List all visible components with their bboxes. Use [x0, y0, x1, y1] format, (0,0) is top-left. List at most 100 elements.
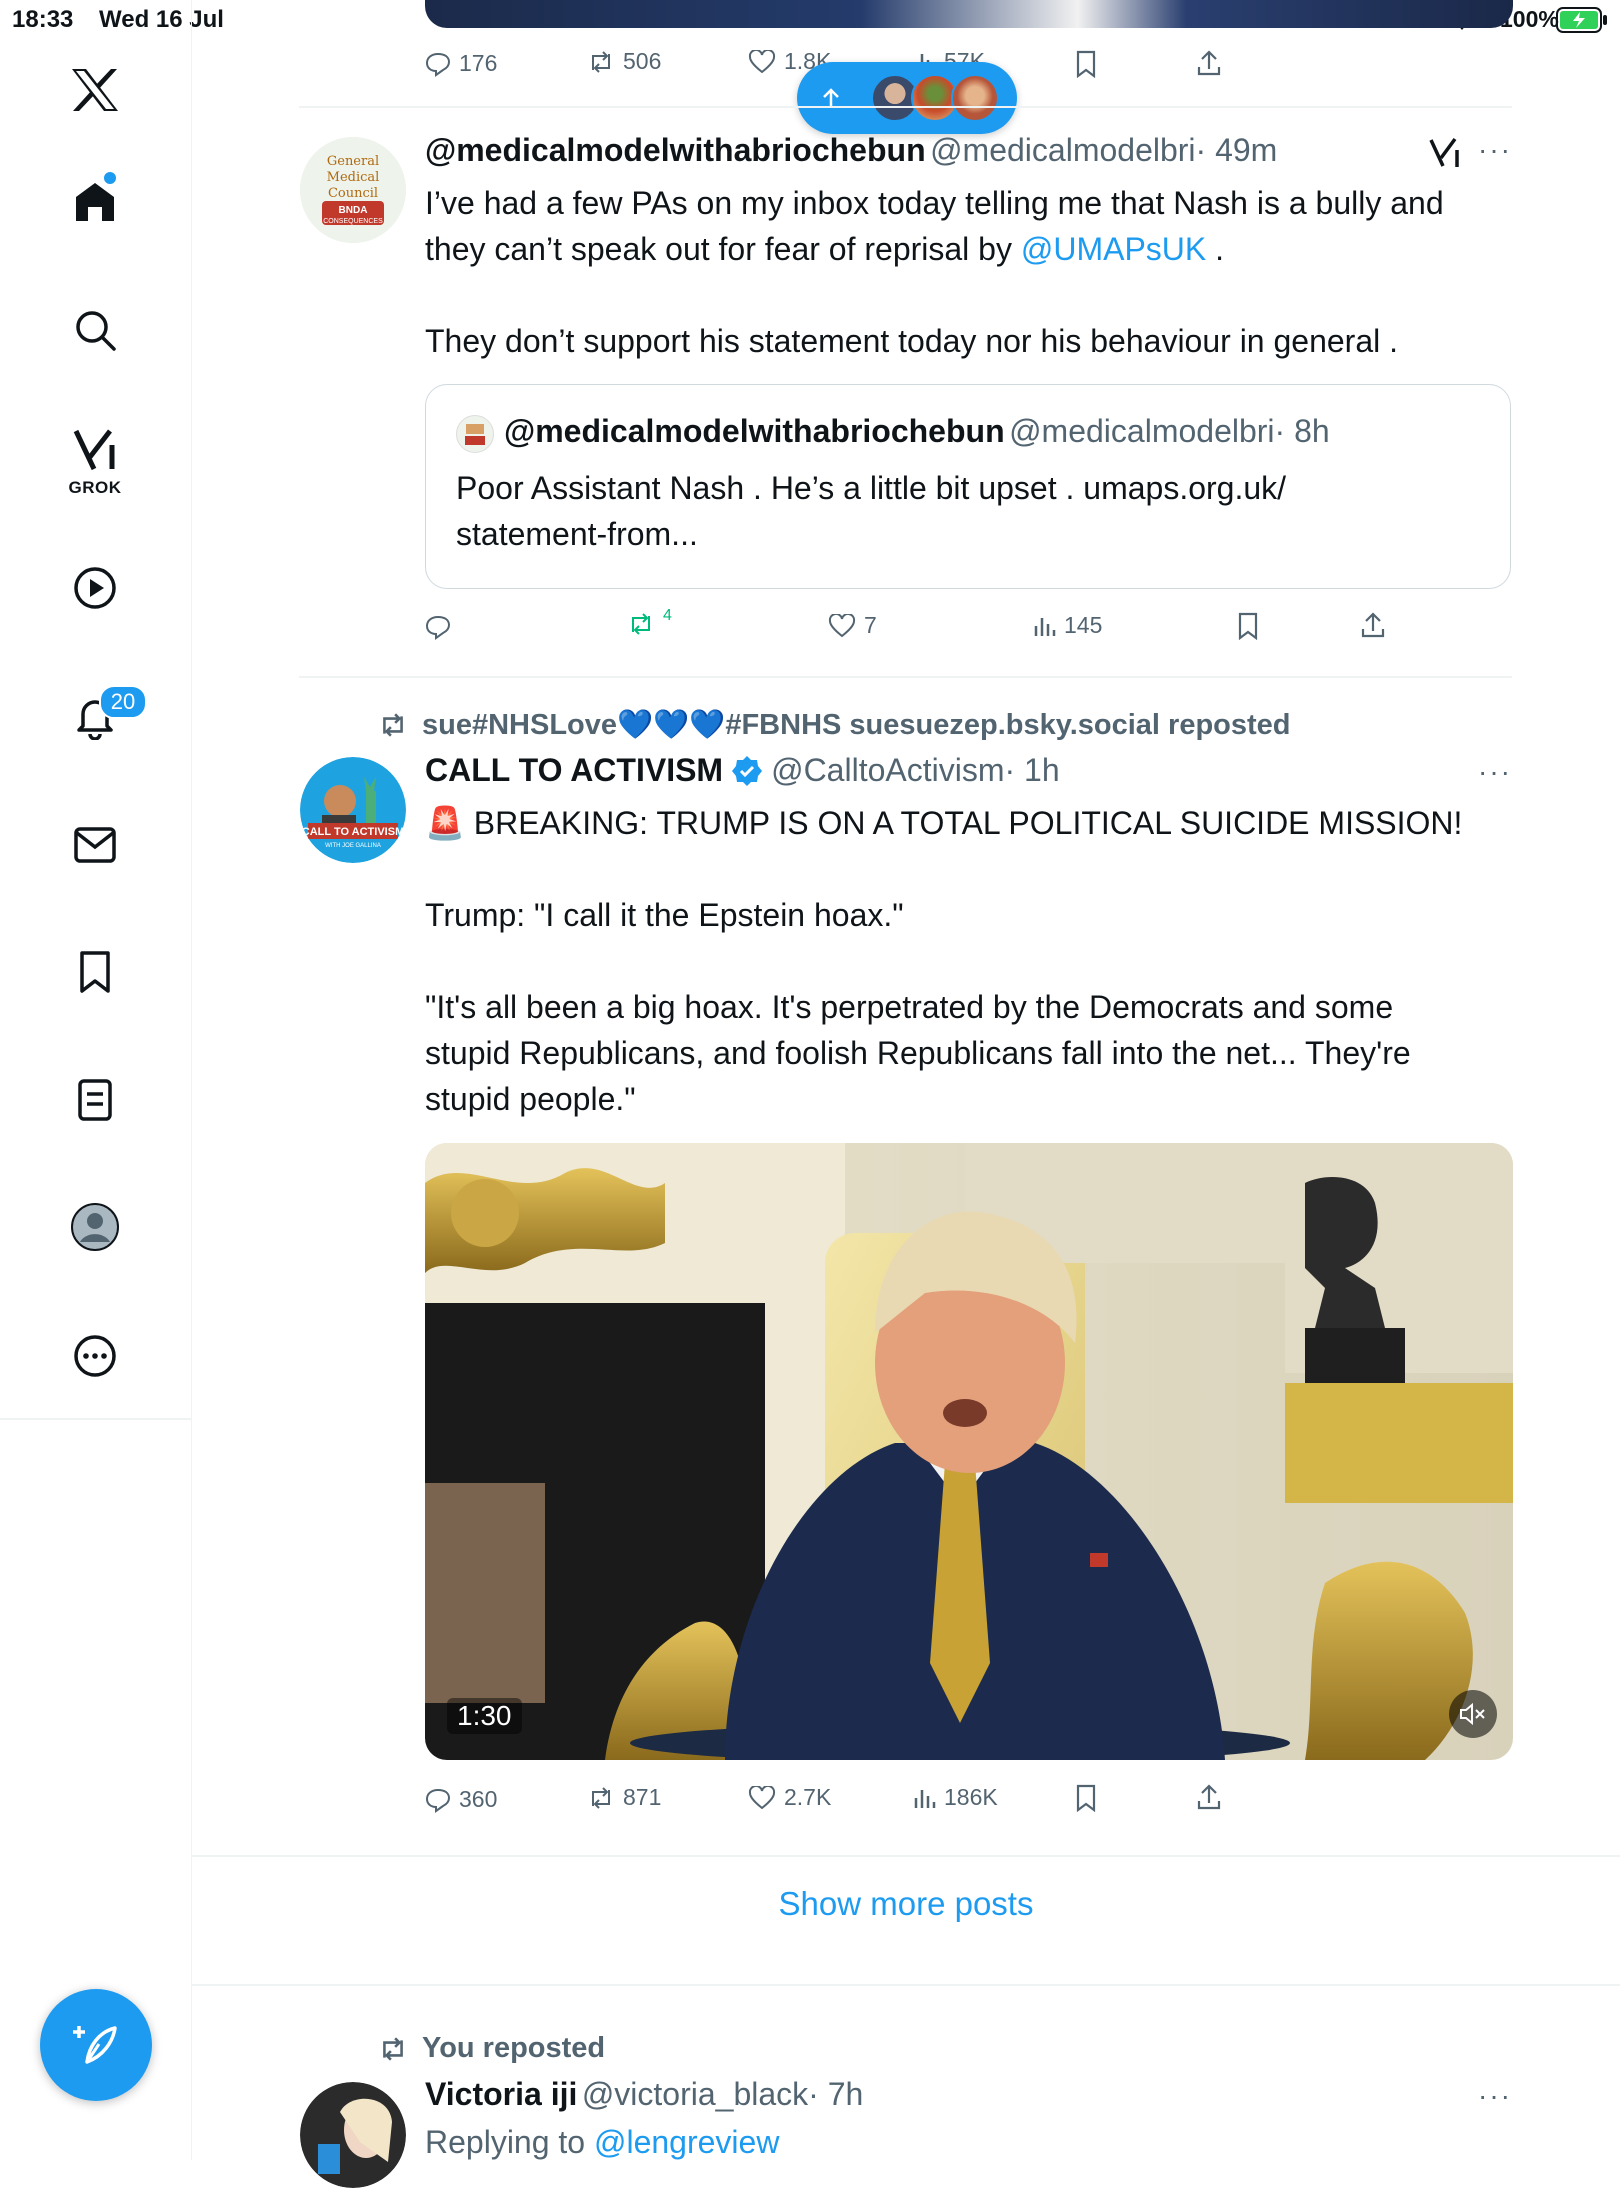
avatar[interactable] [300, 2082, 406, 2188]
like-button[interactable]: 7 [828, 612, 877, 639]
handle[interactable]: @CalltoActivism· 1h [771, 752, 1060, 789]
share-button[interactable] [1360, 611, 1386, 639]
post-text-line: Trump: "I call it the Epstein hoax." [425, 897, 904, 933]
post-text-line: "It's all been a big hoax. It's perpetra… [425, 989, 1394, 1025]
post-video[interactable]: 1:30 [425, 1143, 1513, 1760]
repost-icon [592, 50, 610, 73]
repost-context[interactable]: You reposted [378, 2032, 605, 2065]
post-time[interactable]: · 7h [808, 2076, 863, 2112]
x-logo-icon[interactable] [55, 50, 135, 130]
replying-to: Replying to @lengreview [425, 2124, 779, 2161]
more-options-icon[interactable]: ··· [1478, 756, 1512, 788]
video-duration: 1:30 [447, 1698, 522, 1734]
quote-avatar [456, 415, 494, 453]
avatar[interactable]: CALL TO ACTIVISM WITH JOE GALLINA [300, 757, 406, 863]
bookmark-post-button[interactable] [1236, 612, 1260, 640]
reply-button[interactable]: 176 [425, 50, 497, 77]
quote-time: · 8h [1274, 413, 1330, 449]
svg-text:General: General [327, 154, 379, 169]
repost-context[interactable]: sue#NHSLove💙💙💙#FBNHS suesuezep.bsky.soci… [378, 708, 1291, 742]
handle[interactable]: @victoria_black [582, 2076, 808, 2112]
repost-count: 4 [663, 607, 672, 624]
handle[interactable]: @medicalmodelbri [930, 132, 1195, 168]
reply-button[interactable] [425, 614, 459, 640]
views-icon [914, 1789, 936, 1808]
previous-post-media[interactable] [425, 0, 1513, 28]
more-options-icon[interactable]: ··· [1478, 134, 1512, 166]
bookmark-icon [1238, 612, 1258, 640]
bookmark-post-button[interactable] [1074, 50, 1098, 78]
home-icon[interactable] [55, 162, 135, 242]
reposted-by-text: You reposted [422, 2032, 606, 2064]
new-posts-pill[interactable] [797, 62, 1017, 134]
views-button[interactable]: 145 [1032, 612, 1102, 639]
display-name[interactable]: @medicalmodelwithabriochebun [425, 132, 926, 168]
quote-text: Poor Assistant Nash . He’s a little bit … [456, 465, 1476, 557]
heart-icon [828, 613, 856, 637]
search-icon[interactable] [55, 290, 135, 370]
quoted-post[interactable]: @medicalmodelwithabriochebun @medicalmod… [425, 384, 1511, 589]
svg-text:Council: Council [328, 186, 378, 201]
post-text-line: they can’t speak out for fear of reprisa… [425, 226, 1515, 272]
mute-button[interactable] [1449, 1690, 1497, 1738]
grok-label: GROK [68, 478, 122, 497]
bookmark-icon [1076, 1784, 1096, 1812]
svg-text:WITH JOE GALLINA: WITH JOE GALLINA [325, 843, 381, 849]
svg-text:Medical: Medical [327, 170, 380, 185]
svg-text:CALL TO ACTIVISM: CALL TO ACTIVISM [302, 826, 404, 838]
views-button[interactable]: 186K [912, 1784, 998, 1811]
grok-icon[interactable] [1428, 136, 1462, 170]
repost-button[interactable]: 4 [627, 607, 672, 636]
more-options-icon[interactable]: ··· [1478, 2080, 1512, 2112]
home-unread-dot [104, 172, 116, 184]
share-button[interactable] [1196, 49, 1222, 77]
bookmark-post-button[interactable] [1074, 1784, 1098, 1812]
post-text: I’ve had a few PAs on my inbox today tel… [425, 180, 1515, 364]
compose-button[interactable] [40, 1989, 152, 2101]
repost-count: 506 [623, 48, 662, 74]
post-text: 🚨 BREAKING: TRUMP IS ON A TOTAL POLITICA… [425, 800, 1515, 1122]
bookmark-icon[interactable] [55, 932, 135, 1012]
pill-avatar [951, 74, 999, 122]
reply-icon [425, 615, 451, 640]
post-text-fragment: they can’t speak out for fear of reprisa… [425, 231, 1021, 267]
battery-icon [1556, 7, 1608, 33]
views-count: 186K [944, 1784, 998, 1810]
reply-icon [425, 1788, 451, 1813]
post-separator [192, 1984, 1620, 1986]
mail-icon[interactable] [55, 805, 135, 885]
notification-badge: 20 [99, 685, 147, 719]
mention-link[interactable]: @lengreview [594, 2124, 779, 2160]
more-icon[interactable] [55, 1316, 135, 1396]
svg-text:CONSEQUENCES: CONSEQUENCES [323, 218, 383, 225]
lists-icon[interactable] [55, 1060, 135, 1140]
post-text-line: I’ve had a few PAs on my inbox today tel… [425, 185, 1444, 221]
avatar[interactable]: General Medical Council BNDA CONSEQUENCE… [300, 137, 406, 243]
repost-button[interactable]: 506 [587, 48, 661, 75]
video-icon[interactable] [55, 548, 135, 628]
svg-text:BNDA: BNDA [339, 205, 368, 216]
share-button[interactable] [1196, 1783, 1222, 1811]
post-text-line: stupid people." [425, 1081, 636, 1117]
reply-button[interactable]: 360 [425, 1786, 497, 1813]
views-icon [1034, 617, 1056, 636]
mention-link[interactable]: @UMAPsUK [1021, 231, 1206, 267]
display-name[interactable]: CALL TO ACTIVISM [425, 752, 723, 789]
share-icon [1197, 50, 1221, 76]
quote-text-line: statement-from... [456, 516, 698, 552]
views-count: 145 [1064, 612, 1103, 638]
like-count: 7 [864, 612, 877, 638]
post-text-fragment: . [1206, 231, 1225, 267]
show-more-posts-link[interactable]: Show more posts [192, 1885, 1620, 1923]
like-button[interactable]: 2.7K [748, 1784, 831, 1811]
repost-icon [383, 2036, 403, 2061]
heart-icon [748, 1785, 776, 1809]
repost-button[interactable]: 871 [587, 1784, 661, 1811]
post-text-line: stupid Republicans, and foolish Republic… [425, 1035, 1411, 1071]
profile-icon[interactable] [55, 1187, 135, 1267]
display-name[interactable]: Victoria iji [425, 2076, 577, 2112]
repost-icon [632, 613, 650, 635]
reply-icon [425, 52, 451, 77]
post-separator [192, 1855, 1620, 1857]
post-time[interactable]: · 49m [1196, 132, 1278, 168]
